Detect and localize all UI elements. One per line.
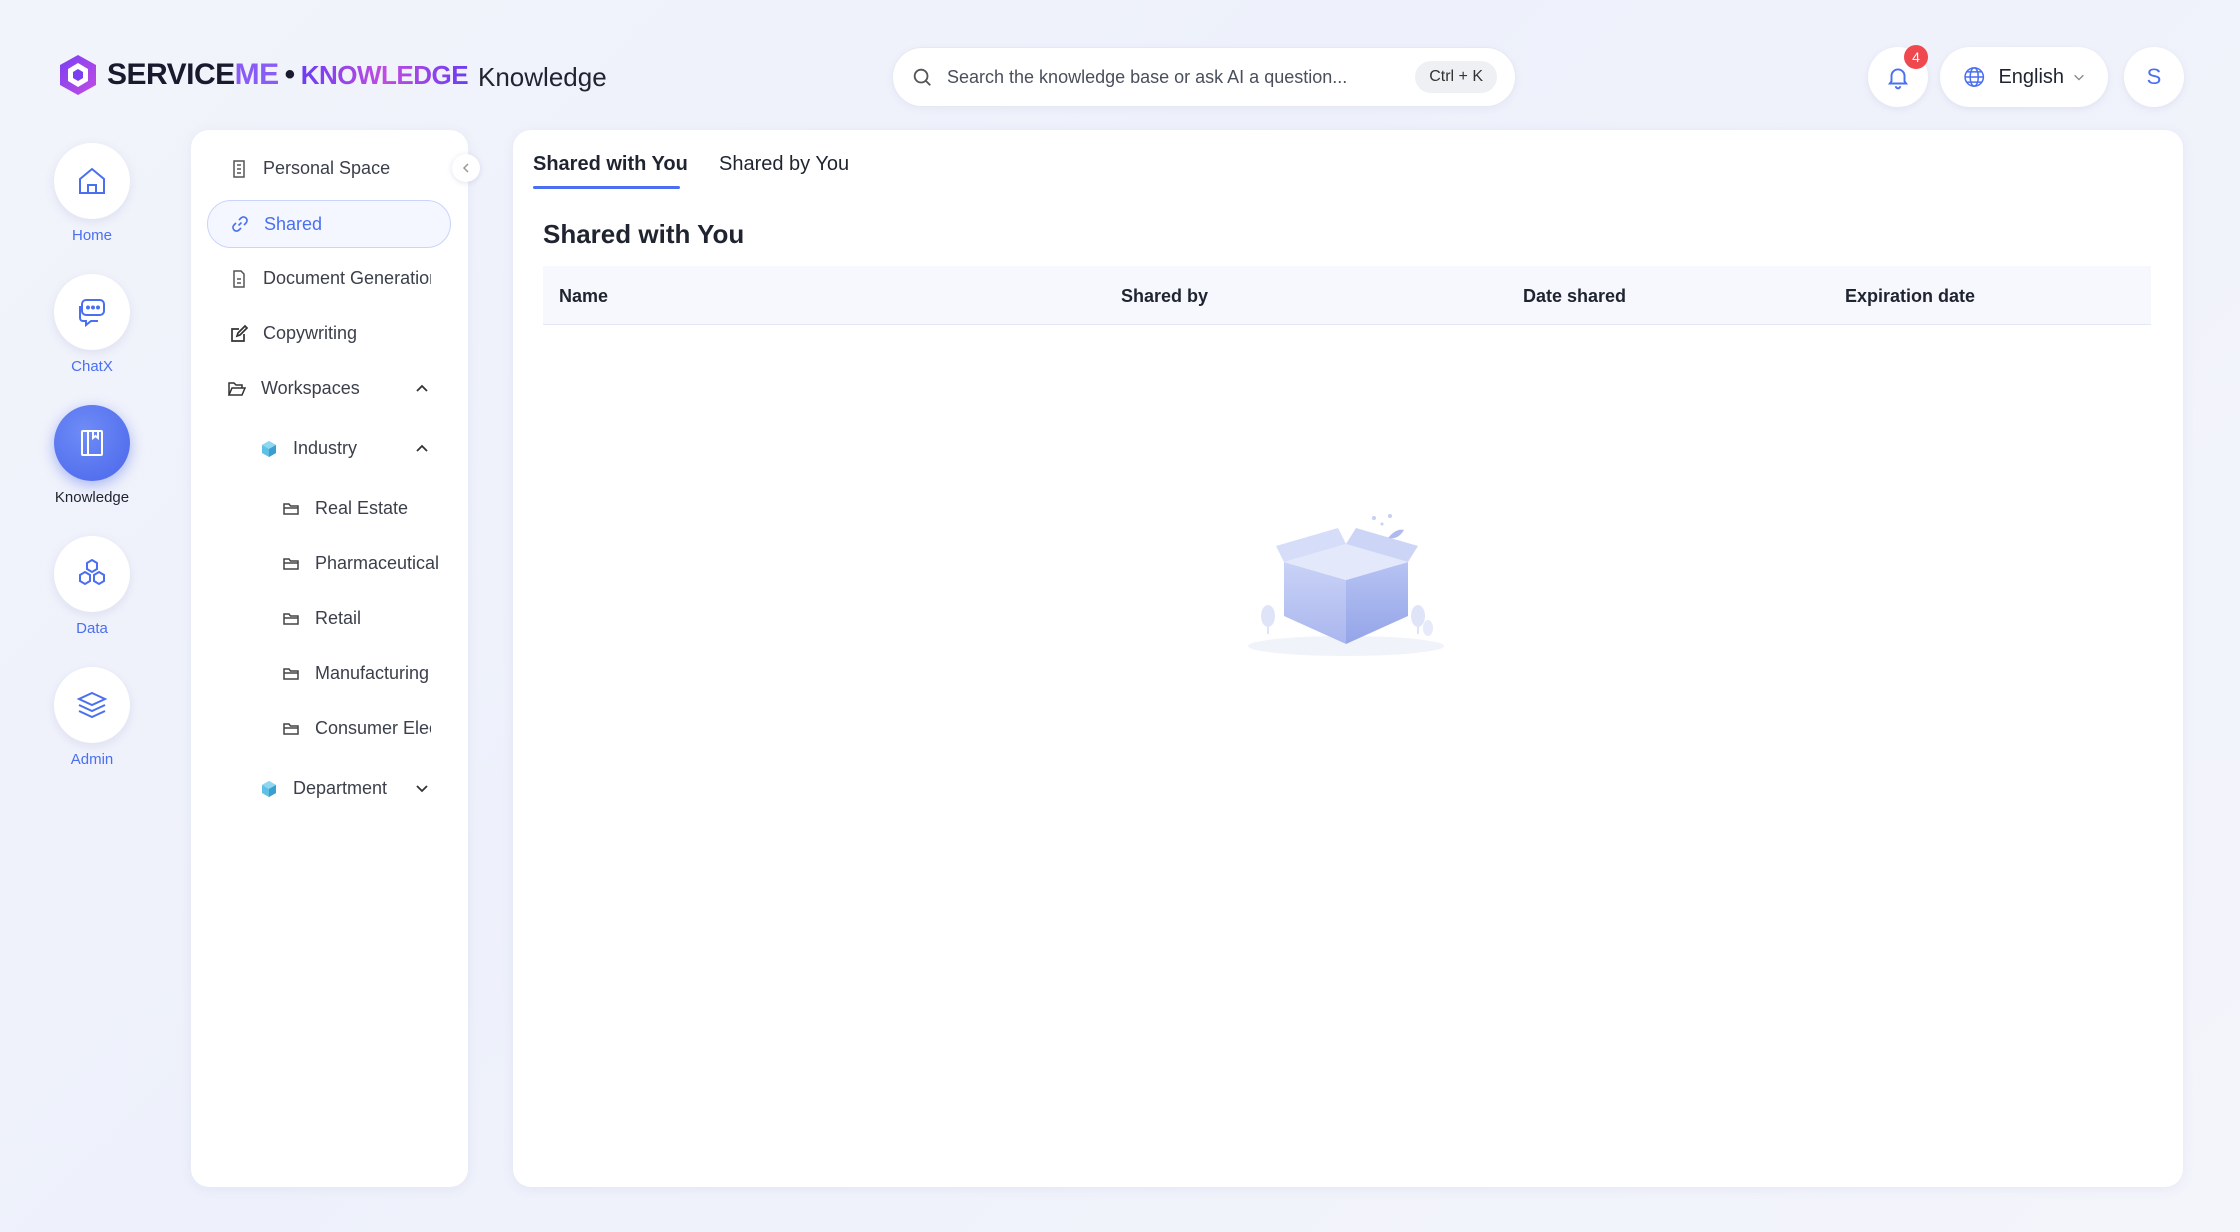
- cube-icon: [262, 440, 276, 457]
- rail-button-knowledge[interactable]: [54, 405, 130, 481]
- rail-label-chatx: ChatX: [71, 358, 113, 375]
- search-input[interactable]: Search the knowledge base or ask AI a qu…: [947, 67, 1415, 88]
- folder-icon: [283, 502, 299, 515]
- sidebar-item-consumer-electronics[interactable]: Consumer Electronics: [281, 718, 431, 739]
- sidebar-item-label: Department: [293, 778, 388, 798]
- rail-button-home[interactable]: [54, 143, 130, 219]
- file-icon: [233, 269, 245, 288]
- rail-label-data: Data: [76, 620, 108, 637]
- tab-shared-with-you[interactable]: Shared with You: [533, 153, 688, 176]
- chevron-down-icon[interactable]: [414, 780, 430, 796]
- rail-label-admin: Admin: [70, 751, 114, 768]
- notification-count-badge: 4: [1904, 45, 1928, 69]
- sidebar-item-personal-space[interactable]: Personal Space: [229, 158, 390, 179]
- rail-label-knowledge: Knowledge: [54, 489, 130, 506]
- bell-icon: [1887, 68, 1909, 90]
- page-title: Knowledge: [478, 62, 607, 92]
- sidebar-item-industry[interactable]: Industry: [259, 438, 357, 459]
- sidebar-item-label: Document Generation: [263, 268, 431, 288]
- sidebar-item-manufacturing[interactable]: Manufacturing: [281, 663, 429, 684]
- link-icon: [232, 216, 248, 232]
- sidebar-item-label: Copywriting: [263, 323, 358, 343]
- rail-button-data[interactable]: [54, 536, 130, 612]
- column-header-date-shared[interactable]: Date shared: [1523, 286, 1626, 307]
- chevron-down-icon: [2074, 74, 2084, 81]
- collapse-sidebar-button[interactable]: [452, 154, 480, 182]
- cube-icon: [262, 780, 276, 797]
- hexagons-icon: [79, 558, 105, 586]
- sidebar-item-label: Retail: [315, 608, 362, 628]
- language-selector[interactable]: English: [1940, 47, 2108, 107]
- sidebar-item-label: Industry: [293, 438, 358, 458]
- chevron-up-icon[interactable]: [414, 441, 430, 457]
- user-avatar[interactable]: S: [2124, 47, 2184, 107]
- sidebar-item-label: Workspaces: [261, 378, 360, 398]
- rail-item-chatx[interactable]: ChatX: [40, 274, 144, 375]
- language-label: English: [1998, 65, 2065, 88]
- edit-icon: [231, 324, 249, 342]
- search-icon: [913, 68, 931, 86]
- logo-separator: •: [284, 58, 296, 91]
- sidebar-item-document-generation[interactable]: Document Generation: [229, 268, 431, 289]
- home-icon: [79, 167, 105, 194]
- shortcut-hint: Ctrl + K: [1415, 61, 1497, 93]
- tab-shared-by-you[interactable]: Shared by You: [719, 153, 849, 176]
- sidebar-item-label: Consumer Electronics: [315, 718, 431, 738]
- folder-icon: [283, 667, 299, 680]
- sidebar-item-label: Personal Space: [263, 158, 391, 178]
- column-header-shared-by[interactable]: Shared by: [1121, 286, 1208, 307]
- folder-icon: [283, 612, 299, 625]
- folder-icon: [283, 557, 299, 570]
- sidebar-item-copywriting[interactable]: Copywriting: [229, 323, 357, 344]
- active-tab-indicator: [533, 186, 680, 189]
- sidebar-item-department[interactable]: Department: [259, 778, 387, 799]
- rail-label-home: Home: [71, 227, 112, 244]
- sidebar-item-label: Real Estate: [315, 498, 409, 518]
- sidebar-item-retail[interactable]: Retail: [281, 608, 361, 629]
- chevron-up-icon[interactable]: [414, 381, 430, 397]
- document-icon: [233, 159, 245, 178]
- section-title: Shared with You: [543, 219, 745, 249]
- rail-item-data[interactable]: Data: [40, 536, 144, 637]
- folder-icon: [283, 722, 299, 735]
- rail-button-chatx[interactable]: [54, 274, 130, 350]
- app-logo[interactable]: SERVICEME • KNOWLEDGE: [55, 52, 469, 98]
- sidebar-item-shared[interactable]: Shared: [207, 200, 451, 248]
- rail-button-admin[interactable]: [54, 667, 130, 743]
- globe-icon: [1964, 67, 1985, 87]
- logo-text-knowledge: KNOWLEDGE: [300, 60, 469, 90]
- chat-icon: [79, 299, 105, 328]
- logo-cube-icon: [60, 55, 96, 95]
- column-header-name[interactable]: Name: [559, 286, 608, 307]
- book-icon: [81, 430, 103, 456]
- layers-icon: [76, 691, 108, 719]
- search-bar[interactable]: Search the knowledge base or ask AI a qu…: [892, 47, 1516, 107]
- logo-text-me: ME: [234, 58, 280, 91]
- sidebar-item-real-estate[interactable]: Real Estate: [281, 498, 408, 519]
- rail-item-admin[interactable]: Admin: [40, 667, 144, 768]
- logo-text: SERVICEME • KNOWLEDGE: [107, 58, 469, 92]
- empty-box-illustration: [1248, 514, 1444, 656]
- sidebar-item-pharmaceutical[interactable]: Pharmaceutical: [281, 553, 439, 574]
- table-header: Name Shared by Date shared Expiration da…: [543, 266, 2151, 325]
- sidebar-item-label: Shared: [264, 213, 323, 234]
- rail-item-home[interactable]: Home: [40, 143, 144, 244]
- column-header-expiration-date[interactable]: Expiration date: [1845, 286, 1975, 307]
- logo-text-service: SERVICE: [107, 58, 235, 91]
- chevron-left-icon: [462, 163, 469, 173]
- sidebar-item-label: Pharmaceutical: [315, 553, 440, 573]
- rail-item-knowledge[interactable]: Knowledge: [40, 405, 144, 506]
- sidebar-item-workspaces[interactable]: Workspaces: [227, 378, 360, 399]
- folder-open-icon: [227, 381, 247, 396]
- sidebar-item-label: Manufacturing: [315, 663, 430, 683]
